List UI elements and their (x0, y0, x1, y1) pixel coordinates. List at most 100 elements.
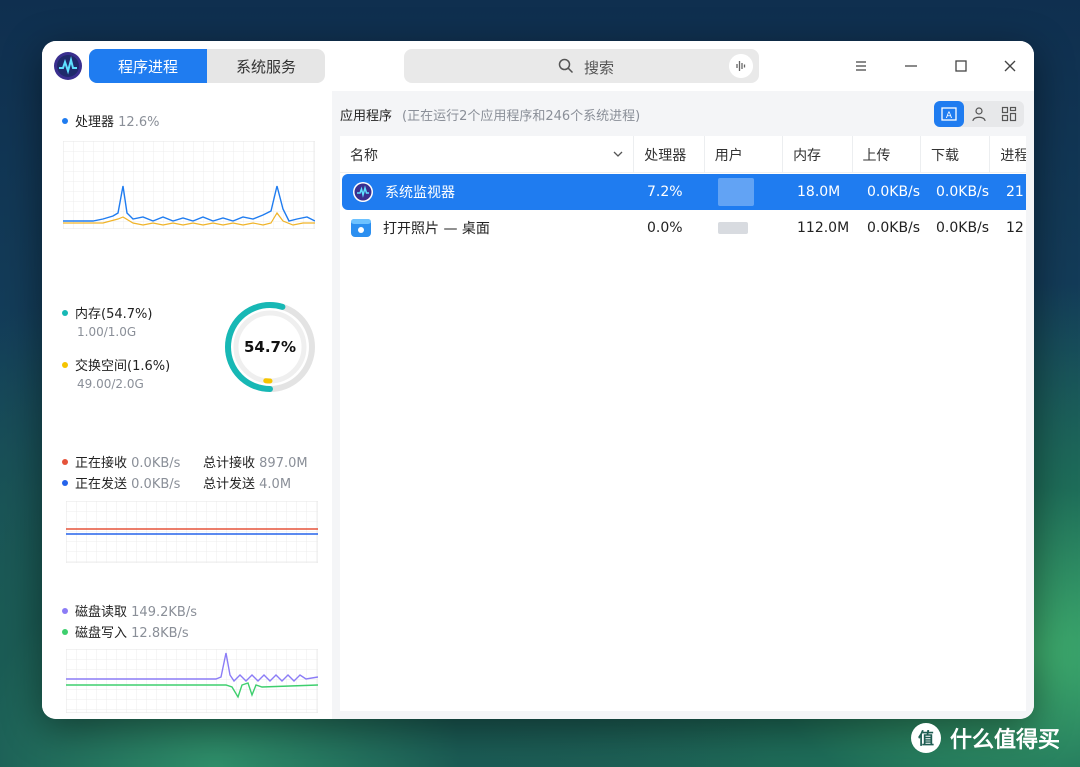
svg-text:值: 值 (918, 729, 934, 748)
process-user (708, 174, 787, 210)
memory-dot (62, 309, 68, 316)
close-button[interactable] (998, 54, 1022, 78)
section-title: 应用程序 (340, 109, 393, 124)
disk-read-dot (62, 607, 68, 614)
process-name: 系统监视器 (385, 185, 455, 201)
gauge-text: 54.7% (244, 338, 296, 356)
watermark-text: 什么值得买 (950, 728, 1061, 753)
maximize-button[interactable] (949, 54, 973, 78)
maximize-icon (955, 60, 967, 72)
tab-processes[interactable]: 程序进程 (89, 49, 207, 83)
stats-panel: 处理器 12.6% 内存(54.7%) 1.00/1.0G 交换空间(1.6%)… (42, 91, 332, 719)
titlebar: 程序进程 系统服务 搜索 (42, 41, 1034, 91)
chevron-down-icon (613, 151, 623, 157)
cpu-stat: 处理器 12.6% (62, 111, 159, 130)
table-row[interactable]: 打开照片 — 桌面 0.0% 112.0M 0.0KB/s 0.0KB/s 12 (340, 210, 1026, 246)
swap-dot (62, 361, 68, 368)
cpu-dot (62, 117, 68, 124)
net-recv-value: 0.0KB/s (131, 456, 181, 471)
user-view-button[interactable] (964, 101, 994, 127)
net-total-send-label: 总计发送 (203, 477, 256, 492)
column-process[interactable]: 进程 (990, 136, 1026, 173)
column-download[interactable]: 下载 (921, 136, 991, 173)
watermark: 值 什么值得买 (910, 722, 1060, 754)
net-send-dot (62, 479, 68, 486)
view-switcher: A (934, 101, 1024, 127)
system-monitor-icon (353, 182, 373, 202)
cpu-graph (63, 141, 315, 229)
column-user[interactable]: 用户 (705, 136, 784, 173)
column-name-label: 名称 (350, 147, 378, 164)
column-cpu[interactable]: 处理器 (634, 136, 705, 173)
net-recv-label: 正在接收 (75, 456, 128, 471)
minimize-icon (905, 65, 917, 67)
process-memory: 112.0M (797, 220, 850, 236)
user-redacted (718, 222, 748, 234)
photos-icon (351, 219, 371, 237)
table-row[interactable]: 系统监视器 7.2% 18.0M 0.0KB/s 0.0KB/s 21 (342, 174, 1026, 210)
disk-read-stat: 磁盘读取 149.2KB/s (62, 601, 197, 620)
disk-write-dot (62, 628, 68, 635)
process-pid: 21 (1006, 184, 1024, 200)
process-cpu: 7.2% (647, 184, 683, 200)
section-subtitle: (正在运行2个应用程序和246个系统进程) (402, 109, 641, 124)
process-upload: 0.0KB/s (867, 184, 921, 200)
net-total-recv: 总计接收 897.0M (203, 452, 308, 471)
column-memory[interactable]: 内存 (783, 136, 853, 173)
process-download: 0.0KB/s (936, 184, 990, 200)
voice-icon[interactable] (729, 54, 753, 78)
process-download: 0.0KB/s (936, 220, 990, 236)
swap-label: 交换空间(1.6%) (75, 359, 171, 374)
net-send-value: 0.0KB/s (131, 477, 181, 492)
menu-icon (856, 61, 866, 71)
memory-stat: 内存(54.7%) (62, 303, 152, 322)
memory-gauge: 54.7% (225, 302, 315, 392)
tab-services[interactable]: 系统服务 (207, 49, 325, 83)
table-header: 名称 处理器 用户 内存 上传 下载 进程 (340, 136, 1026, 173)
process-upload: 0.0KB/s (867, 220, 921, 236)
row-name-cell: 系统监视器 (342, 174, 637, 210)
cpu-label: 处理器 (75, 115, 115, 130)
search-input[interactable]: 搜索 (404, 49, 759, 83)
view-tabs: 程序进程 系统服务 (89, 49, 325, 83)
net-recv-stat: 正在接收 0.0KB/s (62, 452, 180, 471)
disk-write-label: 磁盘写入 (75, 626, 128, 641)
column-name[interactable]: 名称 (340, 136, 635, 173)
tree-view-icon (1001, 106, 1017, 122)
user-view-icon (972, 107, 986, 122)
net-total-recv-label: 总计接收 (203, 456, 256, 471)
process-memory: 18.0M (797, 184, 841, 200)
search-placeholder: 搜索 (584, 59, 615, 77)
menu-button[interactable] (849, 54, 873, 78)
tree-view-button[interactable] (994, 101, 1024, 127)
memory-label: 内存(54.7%) (75, 307, 153, 322)
user-redacted (718, 178, 754, 206)
column-upload[interactable]: 上传 (853, 136, 921, 173)
process-pid: 12 (1006, 220, 1024, 236)
close-icon (1004, 60, 1016, 72)
process-name: 打开照片 — 桌面 (383, 221, 490, 237)
net-total-send: 总计发送 4.0M (203, 473, 291, 492)
search-icon (558, 58, 574, 74)
row-name-cell: 打开照片 — 桌面 (340, 210, 637, 246)
net-total-send-value: 4.0M (259, 477, 292, 492)
app-logo-icon (54, 52, 82, 80)
disk-read-value: 149.2KB/s (131, 605, 197, 620)
app-view-icon: A (941, 107, 957, 121)
disk-write-stat: 磁盘写入 12.8KB/s (62, 622, 189, 641)
net-send-label: 正在发送 (75, 477, 128, 492)
cpu-value: 12.6% (118, 115, 160, 130)
app-view-button[interactable]: A (934, 101, 964, 127)
svg-text:A: A (946, 111, 953, 121)
disk-write-value: 12.8KB/s (131, 626, 189, 641)
process-user (708, 210, 787, 246)
network-graph (66, 501, 318, 563)
net-recv-dot (62, 458, 68, 465)
process-panel: 应用程序 (正在运行2个应用程序和246个系统进程) A 名称 处理器 用户 内… (332, 91, 1034, 719)
swap-stat: 交换空间(1.6%) (62, 355, 170, 374)
process-cpu: 0.0% (647, 220, 683, 236)
minimize-button[interactable] (899, 54, 923, 78)
process-table: 名称 处理器 用户 内存 上传 下载 进程 系统监视器 7.2% 18.0M 0… (340, 136, 1026, 711)
watermark-logo-icon: 值 (911, 723, 941, 753)
disk-read-label: 磁盘读取 (75, 605, 128, 620)
